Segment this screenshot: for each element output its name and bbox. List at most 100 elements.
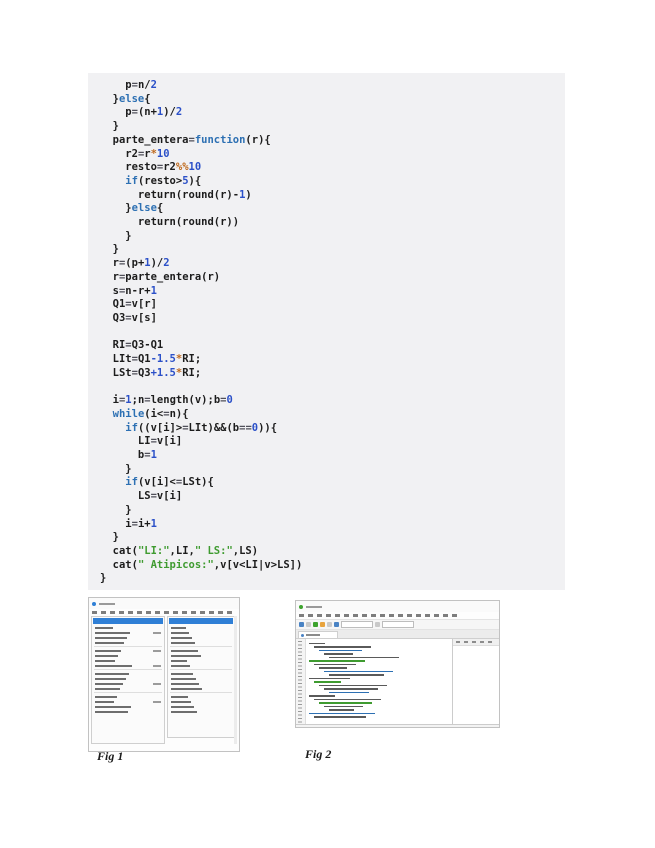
fig2-menu-bar <box>299 614 459 617</box>
code-line: } <box>100 463 565 477</box>
fig1-titlebar <box>89 598 239 609</box>
fig1-menu-rows <box>92 625 164 714</box>
code-line: LSt=Q3+1.5*RI; <box>100 367 565 381</box>
code-line: LI=v[i] <box>100 435 565 449</box>
fig2-code-row <box>329 692 369 694</box>
code-line: } <box>100 572 565 586</box>
code-line: Q3=v[s] <box>100 312 565 326</box>
app-icon <box>299 605 303 609</box>
fig1-window-title <box>99 603 115 605</box>
code-line <box>100 380 565 394</box>
fig2-code-row <box>309 660 365 662</box>
fig2-code-row <box>319 667 347 669</box>
code-line: i=i+1 <box>100 518 565 532</box>
fig2-code-row <box>329 709 354 711</box>
fig2-code-row <box>319 685 387 687</box>
code-line: i=1;n=length(v);b=0 <box>100 394 565 408</box>
fig2-caption: Fig 2 <box>305 747 331 762</box>
code-line: }else{ <box>100 202 565 216</box>
code-line: cat("LI:",LI," LS:",LS) <box>100 545 565 559</box>
fig2-tab-bar <box>296 630 499 639</box>
code-line: p=n/2 <box>100 79 565 93</box>
fig2-code-row <box>329 674 384 676</box>
tab-icon <box>301 634 304 637</box>
code-line: cat(" Atipicos:",v[v<LI|v>LS]) <box>100 559 565 573</box>
code-line: r2=r*10 <box>100 148 565 162</box>
fig2-window-title <box>306 606 322 608</box>
toolbar-input <box>341 621 373 628</box>
fig2-code-row <box>324 671 393 673</box>
tab-label <box>306 634 320 636</box>
fig2-code-row <box>319 702 372 704</box>
code-line: } <box>100 531 565 545</box>
fig2-code-row <box>309 713 375 715</box>
code-block: p=n/2 }else{ p=(n+1)/2 } parte_entera=fu… <box>88 73 565 590</box>
code-line: Q1=v[r] <box>100 298 565 312</box>
fig2-code-row <box>314 664 356 666</box>
fig2-editor-area <box>296 639 499 724</box>
fig2-line-numbers <box>296 639 306 724</box>
code-line: if(v[i]<=LSt){ <box>100 476 565 490</box>
fig2-code-row <box>324 688 378 690</box>
fig2-titlebar <box>296 601 499 612</box>
fig1-screenshot <box>88 597 240 752</box>
fig2-status-bar <box>296 724 499 728</box>
fig2-toolbar <box>296 619 499 630</box>
fig2-code-row <box>314 646 371 648</box>
fig2-code-row <box>314 699 381 701</box>
code-line: if((v[i]>=LIt)&&(b==0)){ <box>100 422 565 436</box>
code-line: return(round(r)-1) <box>100 189 565 203</box>
fig2-code-row <box>309 695 335 697</box>
fig2-code-row <box>324 706 363 708</box>
fig2-code-row <box>319 650 362 652</box>
code-line: } <box>100 243 565 257</box>
code-line: }else{ <box>100 93 565 107</box>
fig2-code-row <box>309 643 325 645</box>
code-line: } <box>100 230 565 244</box>
fig1-submenu <box>167 616 235 738</box>
toolbar-icon <box>334 622 339 627</box>
fig2-side-panel <box>452 639 499 724</box>
fig2-panel-header <box>453 639 499 646</box>
fig1-dropdown-menu <box>91 616 165 744</box>
fig1-scrollbar <box>234 616 237 744</box>
code-line: while(i<=n){ <box>100 408 565 422</box>
code-line: s=n-r+1 <box>100 285 565 299</box>
code-line: parte_entera=function(r){ <box>100 134 565 148</box>
code-line: } <box>100 120 565 134</box>
toolbar-icon <box>313 622 318 627</box>
code-line: if(resto>5){ <box>100 175 565 189</box>
app-icon <box>92 602 96 606</box>
code-line: RI=Q3-Q1 <box>100 339 565 353</box>
fig1-caption: Fig 1 <box>97 749 123 764</box>
fig2-code-row <box>324 653 353 655</box>
code-line: r=(p+1)/2 <box>100 257 565 271</box>
toolbar-icon <box>327 622 332 627</box>
code-line: LS=v[i] <box>100 490 565 504</box>
code-line: LIt=Q1-1.5*RI; <box>100 353 565 367</box>
fig1-menu-bar <box>92 611 236 614</box>
document-page: p=n/2 }else{ p=(n+1)/2 } parte_entera=fu… <box>0 0 655 848</box>
code-line <box>100 326 565 340</box>
fig1-highlighted-submenu-item <box>169 618 233 624</box>
toolbar-icon <box>320 622 325 627</box>
fig2-code-editor <box>306 639 452 724</box>
code-line: r=parte_entera(r) <box>100 271 565 285</box>
toolbar-input <box>382 621 414 628</box>
code-line: resto=r2%%10 <box>100 161 565 175</box>
toolbar-icon <box>299 622 304 627</box>
toolbar-icon <box>306 622 311 627</box>
fig1-menu-area <box>89 616 239 750</box>
code-line: b=1 <box>100 449 565 463</box>
fig1-submenu-rows <box>168 625 234 714</box>
code-line: } <box>100 504 565 518</box>
fig2-code-row <box>314 681 341 683</box>
fig2-code-row <box>329 657 399 659</box>
code-line: return(round(r)) <box>100 216 565 230</box>
fig2-screenshot <box>295 600 500 728</box>
fig1-highlighted-menu-item <box>93 618 163 624</box>
fig2-code-row <box>309 678 350 680</box>
fig2-code-row <box>314 716 366 718</box>
code-lines: p=n/2 }else{ p=(n+1)/2 } parte_entera=fu… <box>100 79 565 586</box>
code-line: p=(n+1)/2 <box>100 106 565 120</box>
